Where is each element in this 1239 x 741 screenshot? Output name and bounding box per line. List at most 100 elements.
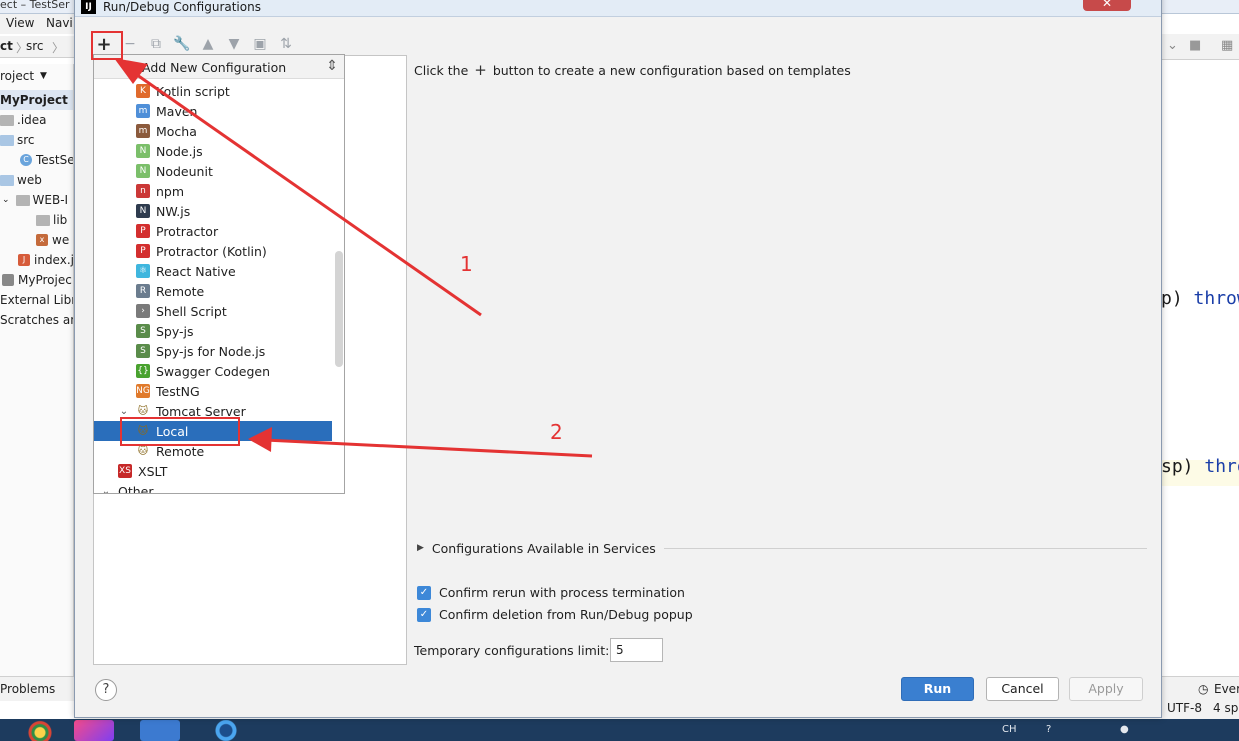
expand-arrow-icon[interactable]: ⌄ bbox=[100, 486, 112, 494]
project-view-selector[interactable]: roject ▼ bbox=[0, 66, 47, 86]
list-item-label: Protractor bbox=[156, 223, 219, 239]
expand-arrow-icon[interactable]: ⌄ bbox=[118, 406, 130, 417]
intellij-icon[interactable] bbox=[74, 720, 114, 741]
apply-button[interactable]: Apply bbox=[1069, 677, 1143, 701]
config-type-node-js[interactable]: N Node.js bbox=[94, 141, 332, 161]
project-structure-icon[interactable]: ▦ bbox=[1221, 38, 1233, 53]
help-tray-icon[interactable]: ? bbox=[1046, 724, 1051, 735]
confirm-rerun-checkbox[interactable]: ✓ bbox=[417, 585, 431, 600]
config-type-nodeunit[interactable]: N Nodeunit bbox=[94, 161, 332, 181]
move-into-folder-button[interactable]: ▣ bbox=[247, 33, 273, 55]
nw-js-icon: N bbox=[136, 204, 150, 218]
tree-item-myproject-iml[interactable]: MyProjec bbox=[2, 270, 72, 290]
services-section[interactable]: ▶ Configurations Available in Services bbox=[417, 541, 1147, 556]
code-editor[interactable]: p) throw sp) thro bbox=[1161, 62, 1239, 738]
stop-icon[interactable]: ■ bbox=[1189, 38, 1201, 53]
confirm-deletion-checkbox-row[interactable]: ✓ Confirm deletion from Run/Debug popup bbox=[417, 607, 693, 622]
config-type-shell-script[interactable]: › Shell Script bbox=[94, 301, 332, 321]
folder-icon bbox=[0, 114, 14, 126]
confirm-rerun-label: Confirm rerun with process termination bbox=[439, 585, 685, 600]
collapse-all-icon[interactable]: ⇕ bbox=[326, 58, 338, 74]
tree-item-myproject[interactable]: MyProject bbox=[0, 90, 73, 110]
tree-item-src[interactable]: src bbox=[0, 130, 35, 150]
move-up-button[interactable]: ▲ bbox=[195, 33, 221, 55]
config-type-kotlin-script[interactable]: K Kotlin script bbox=[94, 81, 332, 101]
sort-configurations-button[interactable]: ⇅ bbox=[273, 33, 299, 55]
folder-icon bbox=[36, 214, 50, 226]
tree-item-scratches[interactable]: Scratches an bbox=[0, 310, 73, 330]
expand-triangle-icon[interactable]: ▶ bbox=[417, 543, 424, 553]
temp-config-limit-input[interactable]: 5 bbox=[610, 638, 663, 662]
config-type-swagger-codegen[interactable]: {} Swagger Codegen bbox=[94, 361, 332, 381]
annotation-step-2: 2 bbox=[550, 420, 563, 444]
breadcrumb-separator: 〉 bbox=[52, 41, 65, 55]
code-line: sp) thro bbox=[1161, 456, 1239, 477]
shell-script-icon: › bbox=[136, 304, 150, 318]
move-down-button[interactable]: ▼ bbox=[221, 33, 247, 55]
folder-icon bbox=[15, 194, 30, 206]
edit-templates-button[interactable]: 🔧 bbox=[169, 33, 195, 55]
npm-icon: n bbox=[136, 184, 150, 198]
close-button[interactable]: ✕ bbox=[1083, 0, 1131, 11]
breadcrumb-src[interactable]: src bbox=[26, 39, 44, 53]
config-type-spy-js[interactable]: S Spy-js bbox=[94, 321, 332, 341]
encoding-indicator[interactable]: UTF-8 bbox=[1167, 701, 1202, 715]
chrome-icon[interactable] bbox=[20, 720, 60, 741]
cancel-button[interactable]: Cancel bbox=[986, 677, 1059, 701]
tree-item-lib[interactable]: lib bbox=[36, 210, 67, 230]
mocha-icon: m bbox=[136, 124, 150, 138]
config-group-other[interactable]: ⌄ Other bbox=[94, 481, 332, 494]
tree-item-web-inf[interactable]: ⌄ WEB-I bbox=[2, 190, 68, 210]
protractor-kotlin-icon: P bbox=[136, 244, 150, 258]
help-button[interactable]: ? bbox=[95, 679, 117, 701]
spy-js-icon: S bbox=[136, 324, 150, 338]
plus-icon: + bbox=[474, 61, 487, 79]
config-type-mocha[interactable]: m Mocha bbox=[94, 121, 332, 141]
tree-item-external-libraries[interactable]: External Libr bbox=[0, 290, 73, 310]
config-type-react-native[interactable]: ⚛ React Native bbox=[94, 261, 332, 281]
confirm-deletion-checkbox[interactable]: ✓ bbox=[417, 607, 431, 622]
tree-item-testservlet[interactable]: C TestSe bbox=[20, 150, 73, 170]
config-type-protractor[interactable]: P Protractor bbox=[94, 221, 332, 241]
tree-item-idea[interactable]: .idea bbox=[0, 110, 47, 130]
nodeunit-icon: N bbox=[136, 164, 150, 178]
run-button[interactable]: Run bbox=[901, 677, 974, 701]
dropdown-arrow-icon[interactable]: ⌄ bbox=[1167, 38, 1178, 53]
class-icon: C bbox=[20, 154, 32, 166]
popup-scrollbar[interactable] bbox=[335, 251, 343, 367]
config-type-npm[interactable]: n npm bbox=[94, 181, 332, 201]
config-type-protractor-kotlin[interactable]: P Protractor (Kotlin) bbox=[94, 241, 332, 261]
menu-view[interactable]: View bbox=[6, 16, 34, 30]
list-item-label: React Native bbox=[156, 263, 236, 279]
menu-navigate[interactable]: Navi bbox=[46, 16, 73, 30]
input-language[interactable]: CH bbox=[1002, 724, 1017, 735]
browser-icon[interactable] bbox=[206, 720, 246, 741]
breadcrumb-project[interactable]: ct bbox=[0, 39, 13, 53]
kotlin-script-icon: K bbox=[136, 84, 150, 98]
tree-item-web[interactable]: web bbox=[0, 170, 42, 190]
event-log-tab[interactable]: Ever bbox=[1214, 682, 1239, 696]
wechat-tray-icon[interactable]: ● bbox=[1120, 724, 1129, 735]
tree-item-web-xml[interactable]: x we bbox=[36, 230, 69, 250]
config-type-maven[interactable]: m Maven bbox=[94, 101, 332, 121]
ide-status-bar: UTF-8 4 sp bbox=[1161, 699, 1239, 719]
jsp-file-icon: J bbox=[18, 254, 30, 266]
indent-indicator[interactable]: 4 sp bbox=[1213, 701, 1238, 715]
problems-tab[interactable]: Problems bbox=[0, 682, 55, 696]
tree-item-index-jsp[interactable]: Jindex.j bbox=[18, 250, 73, 270]
config-type-nw-js[interactable]: N NW.js bbox=[94, 201, 332, 221]
app-icon[interactable] bbox=[140, 720, 180, 741]
list-item-label: Other bbox=[118, 483, 154, 494]
config-type-testng[interactable]: NG TestNG bbox=[94, 381, 332, 401]
event-log-icon[interactable]: ◷ bbox=[1198, 682, 1208, 696]
config-type-spy-js-for-node-js[interactable]: S Spy-js for Node.js bbox=[94, 341, 332, 361]
config-type-xslt[interactable]: XS XSLT bbox=[94, 461, 332, 481]
module-file-icon bbox=[2, 274, 14, 286]
list-item-label: Mocha bbox=[156, 123, 197, 139]
config-type-remote[interactable]: R Remote bbox=[94, 281, 332, 301]
confirm-rerun-checkbox-row[interactable]: ✓ Confirm rerun with process termination bbox=[417, 585, 685, 600]
copy-configuration-button[interactable]: ⧉ bbox=[143, 33, 169, 55]
os-taskbar: CH ? ● bbox=[0, 719, 1239, 741]
separator bbox=[663, 547, 1147, 549]
ide-title-text: ect – TestSer bbox=[0, 0, 70, 11]
